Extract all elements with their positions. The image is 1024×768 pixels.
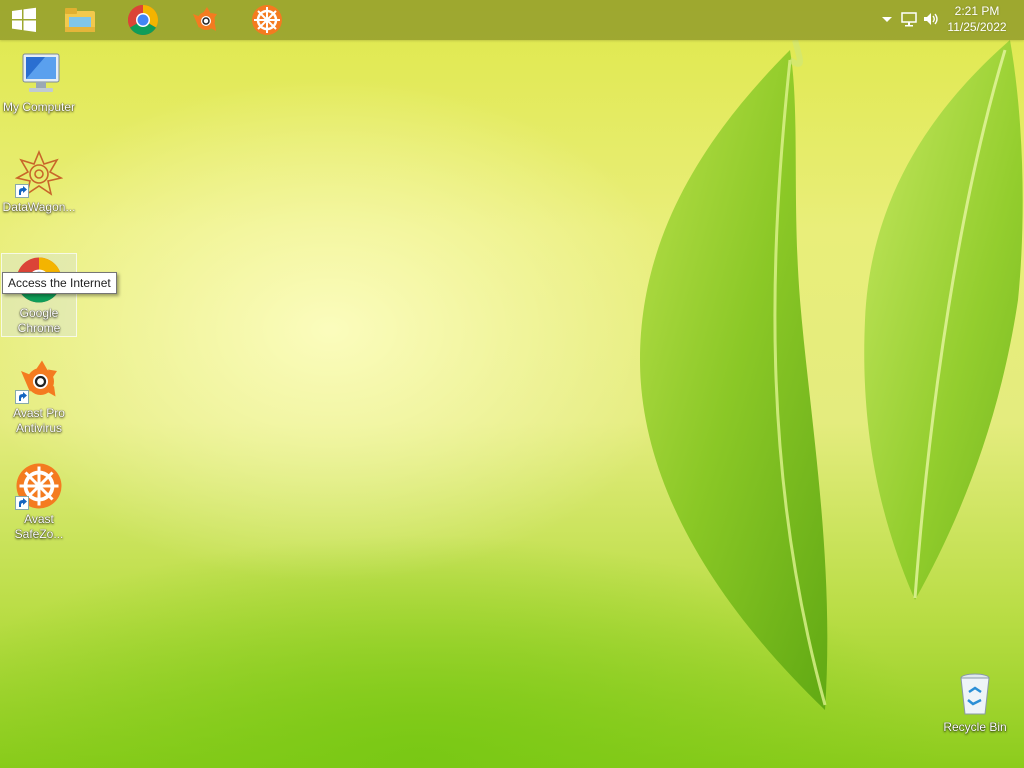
- shortcut-arrow-icon: [15, 184, 29, 198]
- safezone-icon: [252, 5, 282, 35]
- icon-label: Google Chrome: [17, 306, 61, 335]
- desktop[interactable]: 2:21 PM 11/25/2022 My Computer DataWagon…: [0, 0, 1024, 768]
- shortcut-arrow-icon: [15, 390, 29, 404]
- windows-logo-icon: [12, 7, 36, 32]
- icon-label: My Computer: [2, 100, 76, 114]
- taskbar-avast[interactable]: [181, 0, 229, 40]
- icon-label: DataWagon...: [2, 200, 76, 214]
- tooltip: Access the Internet: [2, 272, 117, 294]
- taskbar-file-explorer[interactable]: [56, 0, 104, 40]
- desktop-icon-avast-pro[interactable]: Avast Pro Antivirus: [1, 356, 77, 436]
- folder-icon: [65, 8, 95, 32]
- network-icon: [901, 12, 917, 27]
- chevron-up-icon: [882, 17, 892, 22]
- recycle-bin-icon: [960, 673, 990, 715]
- desktop-icon-google-chrome[interactable]: Google Chrome: [1, 253, 77, 337]
- taskbar: 2:21 PM 11/25/2022: [0, 0, 1024, 40]
- volume-button[interactable]: [922, 8, 940, 30]
- desktop-icon-datawagon[interactable]: DataWagon...: [1, 149, 77, 215]
- desktop-icon-my-computer[interactable]: My Computer: [1, 50, 77, 115]
- avast-icon: [193, 7, 217, 31]
- network-button[interactable]: [900, 8, 918, 30]
- show-hidden-icons-button[interactable]: [878, 8, 896, 30]
- system-tray: 2:21 PM 11/25/2022: [864, 0, 1024, 40]
- icon-label: Recycle Bin: [943, 720, 1007, 734]
- start-button[interactable]: [0, 0, 48, 40]
- icon-label: Avast SafeZo...: [14, 512, 64, 541]
- clock-date: 11/25/2022: [947, 20, 1007, 34]
- shortcut-arrow-icon: [15, 496, 29, 510]
- chrome-icon: [127, 4, 159, 36]
- wallpaper-leaves: [640, 39, 1023, 710]
- taskbar-chrome[interactable]: [119, 0, 167, 40]
- volume-icon: [924, 13, 938, 25]
- desktop-icon-recycle-bin[interactable]: Recycle Bin: [937, 670, 1013, 735]
- desktop-icon-avast-safezone[interactable]: Avast SafeZo...: [1, 462, 77, 542]
- computer-icon: [22, 53, 60, 92]
- icon-label: Avast Pro Antivirus: [13, 406, 65, 435]
- taskbar-safezone[interactable]: [243, 0, 291, 40]
- clock-time: 2:21 PM: [954, 4, 1000, 18]
- clock[interactable]: 2:21 PM 11/25/2022: [942, 3, 1012, 35]
